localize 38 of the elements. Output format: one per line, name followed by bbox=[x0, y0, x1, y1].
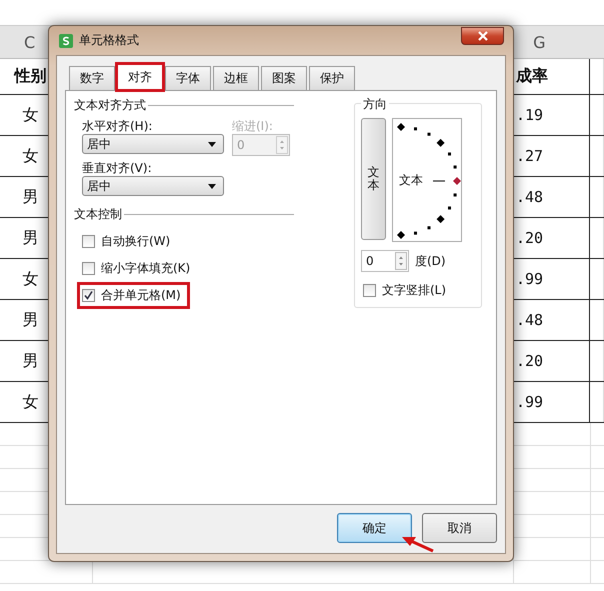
close-button[interactable] bbox=[461, 27, 504, 45]
orientation-dial[interactable]: 文本 bbox=[392, 118, 462, 242]
close-icon bbox=[476, 31, 488, 41]
checkbox-label[interactable]: 文字竖排(L) bbox=[382, 282, 446, 299]
checkbox-label[interactable]: 自动换行(W) bbox=[101, 233, 170, 250]
degree-field[interactable]: 0 bbox=[361, 250, 409, 272]
tab[interactable]: 边框 bbox=[213, 66, 259, 90]
caret-icon bbox=[208, 142, 216, 146]
caret-icon bbox=[208, 184, 216, 188]
cancel-button[interactable]: 取消 bbox=[422, 513, 497, 543]
tab[interactable]: 字体 bbox=[165, 66, 211, 90]
field-label: 缩进(I): bbox=[232, 118, 274, 134]
app-icon bbox=[59, 34, 73, 48]
group-title: 文本对齐方式 bbox=[74, 97, 146, 114]
spin-arrows-icon bbox=[276, 136, 288, 154]
checkbox[interactable] bbox=[82, 262, 95, 275]
checkbox-label[interactable]: 缩小字体填充(K) bbox=[101, 260, 190, 277]
column-header[interactable]: G bbox=[533, 32, 546, 52]
dial-label: 文本 bbox=[399, 172, 423, 189]
checkbox[interactable] bbox=[82, 235, 95, 248]
window-title: 单元格格式 bbox=[79, 32, 139, 49]
tab[interactable]: 保护 bbox=[309, 66, 355, 90]
spin-arrows-icon bbox=[395, 252, 407, 270]
column-header[interactable]: C bbox=[24, 32, 36, 52]
tab[interactable]: 图案 bbox=[261, 66, 307, 90]
tab[interactable]: 数字 bbox=[69, 66, 115, 90]
ok-button[interactable]: 确定 bbox=[337, 513, 412, 543]
field-label: 垂直对齐(V): bbox=[82, 160, 153, 176]
vertical-text-button[interactable]: 文本 bbox=[361, 118, 386, 240]
checkbox-label[interactable]: 合并单元格(M) bbox=[101, 287, 181, 304]
field-label: 水平对齐(H): bbox=[82, 118, 154, 134]
group-title: 文本控制 bbox=[74, 206, 122, 223]
dropdown[interactable]: 居中 bbox=[82, 176, 224, 196]
checkbox[interactable] bbox=[82, 289, 95, 302]
field-label: 度(D) bbox=[415, 252, 446, 270]
dropdown[interactable]: 居中 bbox=[82, 134, 224, 154]
checkbox[interactable] bbox=[363, 284, 376, 297]
tab[interactable]: 对齐 bbox=[117, 64, 163, 90]
